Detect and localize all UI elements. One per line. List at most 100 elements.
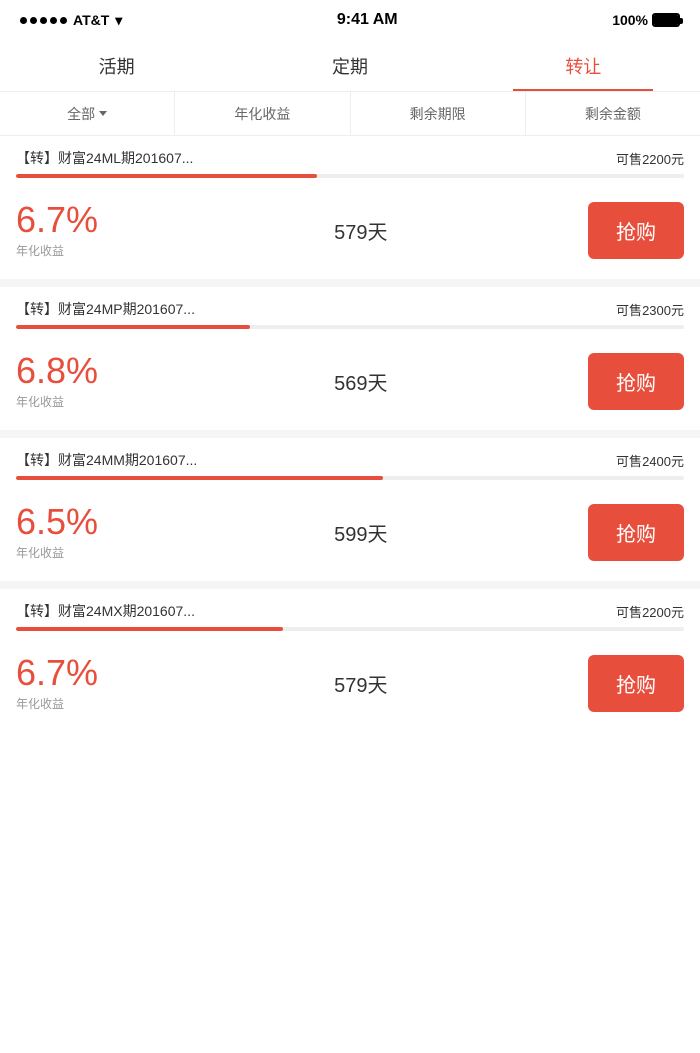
avail-amount-24mx: 2200 (642, 605, 671, 620)
tab-navigation: 活期 定期 转让 (0, 40, 700, 92)
buy-button-24ml[interactable]: 抢购 (588, 202, 684, 259)
progress-fill-24mp (16, 325, 250, 329)
rate-value-24mm: 6.5% (16, 504, 231, 540)
progress-bar-24mp (0, 325, 700, 337)
avail-label-24mm: 可售 (616, 454, 642, 469)
rate-label-24mx: 年化收益 (16, 695, 231, 712)
product-avail-24ml: 可售2200元 (616, 149, 684, 168)
product-title-24mx: 【转】财富24MX期201607... (16, 601, 195, 621)
product-title-24mp: 【转】财富24MP期201607... (16, 299, 195, 319)
rate-section-24mm: 6.5% 年化收益 (16, 504, 231, 561)
tab-dingqi[interactable]: 定期 (233, 40, 466, 91)
avail-amount-24mp: 2300 (642, 303, 671, 318)
carrier-label: AT&T (73, 12, 109, 28)
filter-annual-label: 年化收益 (234, 104, 290, 124)
buy-section-24mm: 抢购 (490, 504, 684, 561)
product-body-24mp: 6.8% 年化收益 569天 抢购 (0, 337, 700, 430)
avail-unit-24ml: 元 (671, 152, 684, 167)
product-header-24mx: 【转】财富24MX期201607... 可售2200元 (0, 589, 700, 627)
progress-track-24mx (16, 627, 684, 631)
avail-label-24mx: 可售 (616, 605, 642, 620)
status-bar: AT&T ▾ 9:41 AM 100% (0, 0, 700, 40)
product-card-24mx: 【转】财富24MX期201607... 可售2200元 6.7% 年化收益 57… (0, 589, 700, 732)
avail-unit-24mp: 元 (671, 303, 684, 318)
progress-bar-24mm (0, 476, 700, 488)
avail-label-24ml: 可售 (616, 152, 642, 167)
filter-remaining[interactable]: 剩余期限 (351, 92, 526, 135)
days-section-24mp: 569天 (231, 367, 490, 396)
days-value-24ml: 579天 (334, 216, 387, 245)
days-section-24mx: 579天 (231, 669, 490, 698)
product-card-24ml: 【转】财富24ML期201607... 可售2200元 6.7% 年化收益 57… (0, 136, 700, 279)
status-right: 100% (612, 12, 680, 28)
days-section-24ml: 579天 (231, 216, 490, 245)
avail-amount-24mm: 2400 (642, 454, 671, 469)
buy-section-24mx: 抢购 (490, 655, 684, 712)
rate-label-24mp: 年化收益 (16, 393, 231, 410)
battery-label: 100% (612, 12, 648, 28)
progress-track-24mp (16, 325, 684, 329)
avail-unit-24mm: 元 (671, 454, 684, 469)
rate-value-24mp: 6.8% (16, 353, 231, 389)
rate-value-24ml: 6.7% (16, 202, 231, 238)
tab-huoqi-label: 活期 (99, 53, 135, 79)
product-header-24mp: 【转】财富24MP期201607... 可售2300元 (0, 287, 700, 325)
rate-label-24mm: 年化收益 (16, 544, 231, 561)
tab-zhuanrang-label: 转让 (565, 53, 601, 79)
progress-fill-24mm (16, 476, 383, 480)
days-value-24mp: 569天 (334, 367, 387, 396)
filter-amount-label: 剩余金额 (585, 104, 641, 124)
product-avail-24mp: 可售2300元 (616, 300, 684, 319)
rate-section-24mx: 6.7% 年化收益 (16, 655, 231, 712)
product-card-24mp: 【转】财富24MP期201607... 可售2300元 6.8% 年化收益 56… (0, 287, 700, 430)
avail-amount-24ml: 2200 (642, 152, 671, 167)
signal-dots (20, 17, 67, 24)
rate-section-24ml: 6.7% 年化收益 (16, 202, 231, 259)
filter-remaining-label: 剩余期限 (410, 104, 466, 124)
buy-button-24mp[interactable]: 抢购 (588, 353, 684, 410)
buy-section-24mp: 抢购 (490, 353, 684, 410)
product-body-24ml: 6.7% 年化收益 579天 抢购 (0, 186, 700, 279)
product-title-24ml: 【转】财富24ML期201607... (16, 148, 193, 168)
wifi-icon: ▾ (115, 12, 122, 29)
tab-dingqi-label: 定期 (332, 53, 368, 79)
product-avail-24mm: 可售2400元 (616, 451, 684, 470)
buy-button-24mm[interactable]: 抢购 (588, 504, 684, 561)
progress-track-24mm (16, 476, 684, 480)
battery-icon (652, 13, 680, 27)
rate-value-24mx: 6.7% (16, 655, 231, 691)
progress-track-24ml (16, 174, 684, 178)
rate-label-24ml: 年化收益 (16, 242, 231, 259)
chevron-down-icon (99, 111, 107, 116)
status-time: 9:41 AM (337, 11, 398, 29)
product-body-24mx: 6.7% 年化收益 579天 抢购 (0, 639, 700, 732)
filter-annual[interactable]: 年化收益 (175, 92, 350, 135)
product-header-24mm: 【转】财富24MM期201607... 可售2400元 (0, 438, 700, 476)
filter-all[interactable]: 全部 (0, 92, 175, 135)
progress-fill-24ml (16, 174, 317, 178)
product-title-24mm: 【转】财富24MM期201607... (16, 450, 197, 470)
buy-section-24ml: 抢购 (490, 202, 684, 259)
product-header-24ml: 【转】财富24ML期201607... 可售2200元 (0, 136, 700, 174)
product-list: 【转】财富24ML期201607... 可售2200元 6.7% 年化收益 57… (0, 136, 700, 732)
filter-amount[interactable]: 剩余金额 (526, 92, 700, 135)
tab-zhuanrang[interactable]: 转让 (467, 40, 700, 91)
product-cards-wrapper: 【转】财富24ML期201607... 可售2200元 6.7% 年化收益 57… (0, 136, 700, 732)
avail-unit-24mx: 元 (671, 605, 684, 620)
filter-all-label: 全部 (67, 104, 95, 124)
avail-label-24mp: 可售 (616, 303, 642, 318)
progress-bar-24ml (0, 174, 700, 186)
progress-fill-24mx (16, 627, 283, 631)
filter-bar: 全部 年化收益 剩余期限 剩余金额 (0, 92, 700, 136)
product-card-24mm: 【转】财富24MM期201607... 可售2400元 6.5% 年化收益 59… (0, 438, 700, 581)
progress-bar-24mx (0, 627, 700, 639)
status-left: AT&T ▾ (20, 12, 122, 29)
days-section-24mm: 599天 (231, 518, 490, 547)
buy-button-24mx[interactable]: 抢购 (588, 655, 684, 712)
product-avail-24mx: 可售2200元 (616, 602, 684, 621)
tab-huoqi[interactable]: 活期 (0, 40, 233, 91)
days-value-24mx: 579天 (334, 669, 387, 698)
days-value-24mm: 599天 (334, 518, 387, 547)
product-body-24mm: 6.5% 年化收益 599天 抢购 (0, 488, 700, 581)
rate-section-24mp: 6.8% 年化收益 (16, 353, 231, 410)
